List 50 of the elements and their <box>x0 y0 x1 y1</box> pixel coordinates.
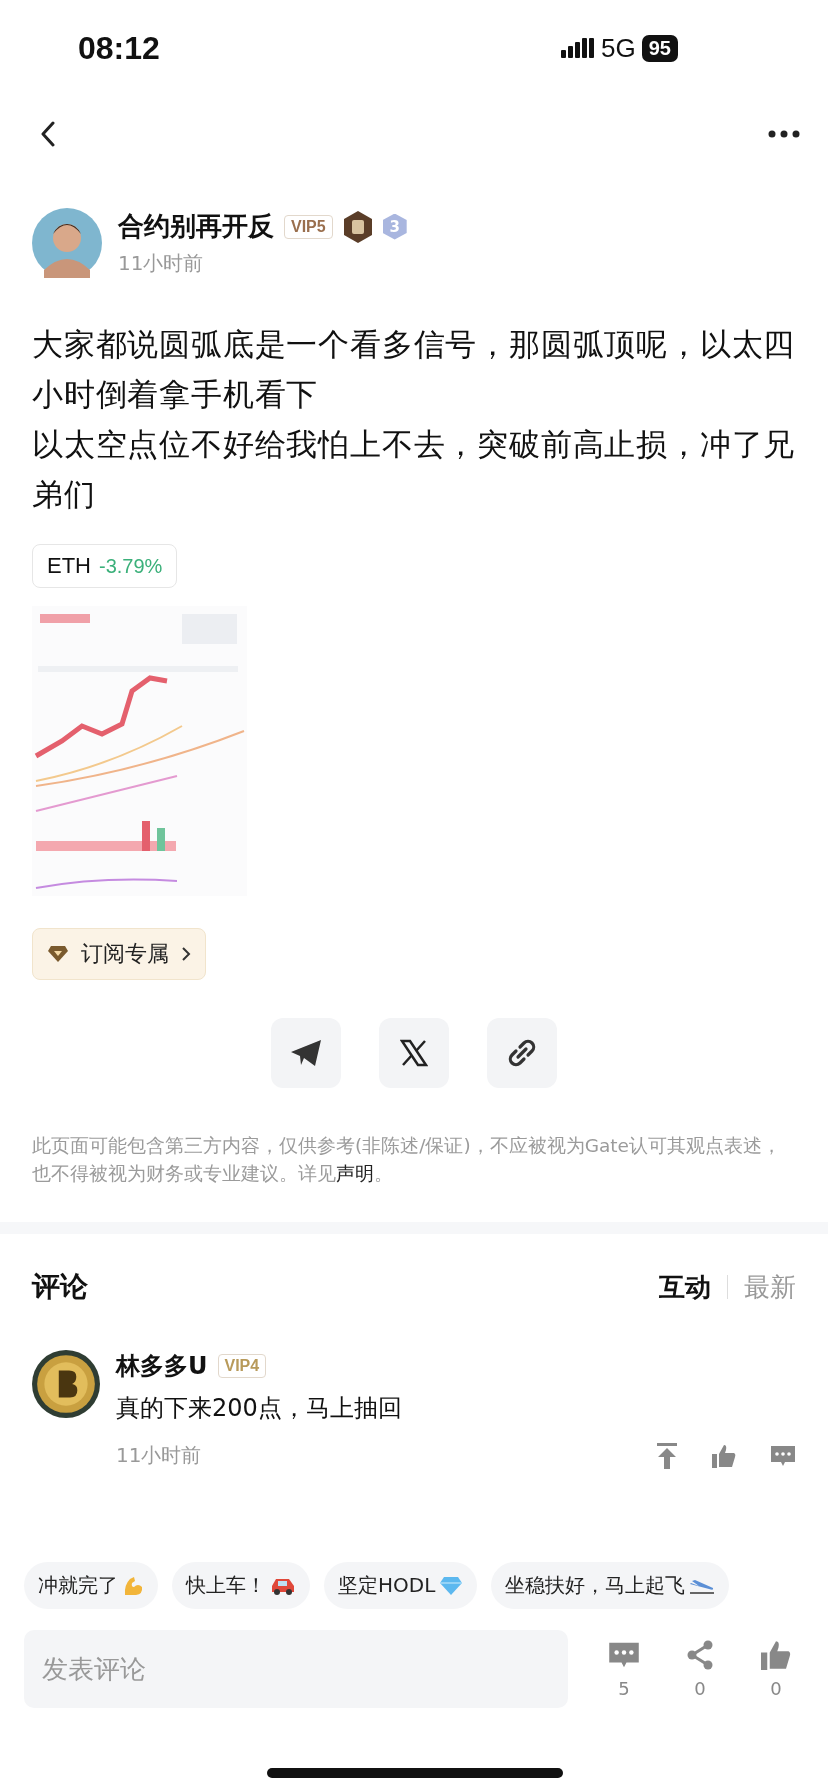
flexed-arm-icon <box>122 1574 144 1597</box>
x-logo-icon <box>400 1039 428 1067</box>
action-count: 5 <box>618 1677 630 1699</box>
post-text: 大家都说圆弧底是一个看多信号，那圆弧顶呢，以太四小时倒着拿手机看下 <box>32 326 796 414</box>
vip-badge: VIP4 <box>217 1354 267 1378</box>
commenter-name[interactable]: 林多多U <box>116 1350 208 1382</box>
quick-reply-chip[interactable]: 冲就完了 <box>24 1562 158 1609</box>
thumbs-up-icon[interactable] <box>761 1639 791 1670</box>
thumbs-up-icon[interactable] <box>712 1443 736 1468</box>
rank-badge: 3 <box>382 213 407 240</box>
signal-icon <box>561 38 596 58</box>
diamond-icon <box>47 945 69 963</box>
chevron-icon <box>181 946 191 962</box>
paper-plane-icon <box>290 1039 322 1067</box>
network-label: 5G <box>601 32 636 64</box>
scroll-badge-icon <box>342 210 373 243</box>
more-icon[interactable] <box>768 130 800 138</box>
subscribe-button[interactable]: 订阅专属 <box>32 928 206 980</box>
quick-reply-chip[interactable]: 坐稳扶好，马上起飞 <box>491 1562 730 1609</box>
ticker-symbol: ETH <box>47 553 91 579</box>
telegram-button[interactable] <box>271 1018 341 1088</box>
comments-title: 评论 <box>32 1269 88 1305</box>
disclaimer-text: 此页面可能包含第三方内容，仅供参考(非陈述/保证)，不应被视为Gate认可其观点表述，也不得被视为财务或专业建议。详见声明。 <box>32 1134 782 1186</box>
share-icon[interactable] <box>685 1639 715 1670</box>
action-count: 0 <box>694 1677 706 1699</box>
post-text: 以太空点位不好给我怕上不去，突破前高止损，冲了兄弟们 <box>32 426 796 514</box>
comment-text: 真的下来200点，马上抽回 <box>116 1393 403 1424</box>
status-time: 08:12 <box>78 29 160 67</box>
pin-top-icon[interactable] <box>656 1442 678 1469</box>
copy-link-button[interactable] <box>487 1018 557 1088</box>
coin-avatar-icon[interactable] <box>32 1350 100 1418</box>
comment-icon[interactable] <box>770 1443 796 1468</box>
quick-reply-chip[interactable]: 坚定HODL <box>324 1562 478 1609</box>
comment-input-field[interactable]: 发表评论 <box>24 1630 568 1708</box>
diamond-gem-icon <box>439 1575 464 1596</box>
avatar-icon[interactable] <box>32 208 102 278</box>
vip-badge: VIP5 <box>284 214 333 239</box>
action-count: 0 <box>770 1677 782 1699</box>
comment-time: 11小时前 <box>116 1442 202 1469</box>
battery-indicator: 95 <box>641 34 678 62</box>
author-name[interactable]: 合约别再开反 <box>118 209 274 244</box>
back-icon[interactable] <box>40 121 56 147</box>
post-time: 11小时前 <box>118 250 205 277</box>
x-share-button[interactable] <box>379 1018 449 1088</box>
sort-tab[interactable]: 互动 <box>659 1269 711 1305</box>
ticker-chip[interactable]: ETH -3.79% <box>32 544 178 588</box>
link-icon <box>507 1038 537 1068</box>
quick-reply-chip[interactable]: 快上车！ <box>172 1562 310 1609</box>
ticker-change: -3.79% <box>99 554 163 578</box>
statement-link[interactable]: 声明 <box>336 1163 374 1184</box>
